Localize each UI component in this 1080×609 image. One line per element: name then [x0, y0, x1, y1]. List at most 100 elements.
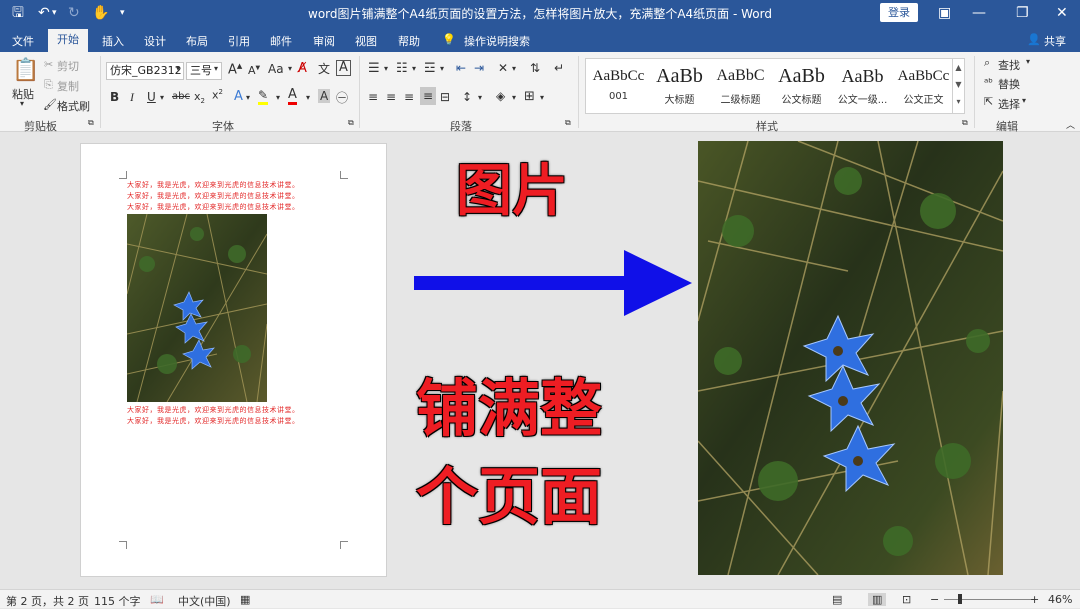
shrink-font-icon[interactable]: A▼ — [248, 64, 260, 77]
paragraph-launcher-icon[interactable]: ⧉ — [565, 118, 571, 128]
phonetic-guide-icon[interactable]: 文 — [318, 60, 330, 77]
text-effects-dropdown-icon[interactable]: ▾ — [246, 93, 250, 102]
save-icon[interactable]: 🖫 — [12, 3, 24, 23]
style-item[interactable]: AaBbCc 001 — [588, 61, 649, 111]
undo-icon[interactable]: ↶ — [38, 3, 50, 23]
body-text-line[interactable]: 大家好，我是光虎，欢迎来到光虎的信息技术讲堂。 — [127, 191, 300, 202]
bullets-icon[interactable]: ☰ — [368, 61, 380, 76]
style-item[interactable]: AaBb 公文一级... — [832, 61, 893, 111]
clipboard-launcher-icon[interactable]: ⧉ — [88, 118, 94, 128]
styles-scroll[interactable]: ▲ ▼ ▾ — [952, 59, 964, 113]
print-layout-icon[interactable]: ▥ — [868, 593, 887, 606]
justify-icon[interactable]: ≡ — [420, 87, 437, 105]
share-button[interactable]: 共享 — [1044, 33, 1066, 49]
chinese-layout-icon[interactable]: ✕ — [498, 61, 508, 75]
italic-icon[interactable]: I — [130, 90, 134, 105]
tab-review[interactable]: 审阅 — [313, 33, 335, 49]
close-icon[interactable]: ✕ — [1056, 3, 1068, 23]
proofing-icon[interactable]: 📖 — [150, 593, 164, 606]
increase-indent-icon[interactable]: ⇥ — [474, 61, 484, 75]
numbering-icon[interactable]: ☷ — [396, 61, 408, 76]
paste-dropdown-icon[interactable]: ▾ — [20, 99, 24, 108]
change-case-dropdown-icon[interactable]: ▾ — [288, 64, 292, 73]
customize-toolbar-icon[interactable]: ▾ — [120, 3, 125, 23]
tab-layout[interactable]: 布局 — [186, 33, 208, 49]
zoom-level[interactable]: 46% — [1048, 593, 1072, 606]
body-text-line[interactable]: 大家好，我是光虎，欢迎来到光虎的信息技术讲堂。 — [127, 202, 300, 213]
font-color-dropdown-icon[interactable]: ▾ — [306, 93, 310, 102]
cut-button[interactable]: 剪切 — [57, 58, 79, 74]
format-painter-button[interactable]: 格式刷 — [57, 98, 90, 114]
distributed-icon[interactable]: ⊟ — [440, 90, 450, 104]
copy-button[interactable]: 复制 — [57, 78, 79, 94]
body-text-line[interactable]: 大家好，我是光虎，欢迎来到光虎的信息技术讲堂。 — [127, 180, 300, 191]
style-item[interactable]: AaBbCc 公文正文 — [893, 61, 954, 111]
multilevel-list-icon[interactable]: ☲ — [424, 61, 436, 76]
numbering-dropdown-icon[interactable]: ▾ — [412, 64, 416, 73]
find-dropdown-icon[interactable]: ▾ — [1026, 57, 1030, 66]
text-effects-icon[interactable]: A — [234, 89, 243, 104]
login-button[interactable]: 登录 — [880, 3, 918, 22]
replace-button[interactable]: 替换 — [998, 76, 1020, 92]
underline-icon[interactable]: U — [147, 90, 156, 104]
align-right-icon[interactable]: ≡ — [404, 90, 414, 104]
shading-dropdown-icon[interactable]: ▾ — [512, 93, 516, 102]
chinese-layout-dropdown-icon[interactable]: ▾ — [512, 64, 516, 73]
align-left-icon[interactable]: ≡ — [368, 90, 378, 104]
tab-references[interactable]: 引用 — [228, 33, 250, 49]
tab-help[interactable]: 帮助 — [398, 33, 420, 49]
style-item[interactable]: AaBb 公文标题 — [771, 61, 832, 111]
borders-dropdown-icon[interactable]: ▾ — [540, 93, 544, 102]
line-spacing-icon[interactable]: ↕ — [462, 90, 472, 104]
multilevel-dropdown-icon[interactable]: ▾ — [440, 64, 444, 73]
restore-icon[interactable]: ❐ — [1016, 3, 1029, 23]
show-marks-icon[interactable]: ↵ — [554, 61, 564, 75]
minimize-icon[interactable]: — — [972, 3, 986, 23]
inline-flower-image[interactable] — [127, 214, 267, 402]
change-case-button[interactable]: Aa — [268, 62, 284, 76]
web-layout-icon[interactable]: ⊡ — [902, 593, 911, 606]
body-text-line[interactable]: 大家好，我是光虎，欢迎来到光虎的信息技术讲堂。 — [127, 405, 300, 416]
bullets-dropdown-icon[interactable]: ▾ — [384, 64, 388, 73]
undo-dropdown-icon[interactable]: ▾ — [52, 3, 57, 23]
clear-formatting-icon[interactable]: A̸ — [298, 61, 307, 76]
highlight-icon[interactable]: ✎ — [258, 88, 269, 105]
sort-icon[interactable]: ⇅ — [530, 61, 540, 75]
character-shading-icon[interactable]: A — [318, 89, 331, 103]
zoom-in-icon[interactable]: + — [1030, 593, 1039, 606]
word-count[interactable]: 115 个字 — [94, 593, 141, 609]
tab-mailings[interactable]: 邮件 — [270, 33, 292, 49]
select-dropdown-icon[interactable]: ▾ — [1022, 96, 1026, 105]
shading-icon[interactable]: ◈ — [496, 89, 505, 103]
touch-mode-icon[interactable]: ✋ — [92, 3, 109, 23]
font-name-box[interactable]: 仿宋_GB2312 — [106, 62, 184, 80]
ribbon-display-icon[interactable]: ▣ — [938, 3, 951, 23]
enclose-characters-icon[interactable]: ㊀ — [336, 89, 348, 106]
style-item[interactable]: AaBbC 二级标题 — [710, 61, 771, 111]
strikethrough-icon[interactable]: abc — [172, 91, 190, 102]
macro-icon[interactable]: ▦ — [240, 593, 250, 606]
highlight-dropdown-icon[interactable]: ▾ — [276, 93, 280, 102]
tab-view[interactable]: 视图 — [355, 33, 377, 49]
tab-home[interactable]: 开始 — [48, 29, 88, 53]
style-item[interactable]: AaBb 大标题 — [649, 61, 710, 111]
body-text-line[interactable]: 大家好，我是光虎，欢迎来到光虎的信息技术讲堂。 — [127, 416, 300, 427]
font-size-dropdown-icon[interactable]: ▾ — [214, 64, 218, 73]
tab-file[interactable]: 文件 — [12, 33, 34, 49]
underline-dropdown-icon[interactable]: ▾ — [160, 93, 164, 102]
select-button[interactable]: 选择 — [998, 96, 1020, 112]
styles-launcher-icon[interactable]: ⧉ — [962, 118, 968, 128]
find-button[interactable]: 查找 — [998, 57, 1020, 73]
character-border-icon[interactable]: A — [336, 60, 351, 76]
tab-design[interactable]: 设计 — [144, 33, 166, 49]
font-launcher-icon[interactable]: ⧉ — [348, 118, 354, 128]
tell-me-search[interactable]: 操作说明搜索 — [464, 33, 530, 49]
font-color-icon[interactable]: A — [288, 88, 297, 105]
read-mode-icon[interactable]: ▤ — [832, 593, 842, 606]
subscript-icon[interactable]: x2 — [194, 90, 205, 105]
clipboard-icon[interactable]: 📋 — [12, 58, 39, 83]
bold-icon[interactable]: B — [110, 90, 119, 104]
zoom-slider-thumb[interactable] — [958, 594, 962, 604]
zoom-out-icon[interactable]: − — [930, 593, 939, 606]
font-name-dropdown-icon[interactable]: ▾ — [176, 64, 180, 73]
